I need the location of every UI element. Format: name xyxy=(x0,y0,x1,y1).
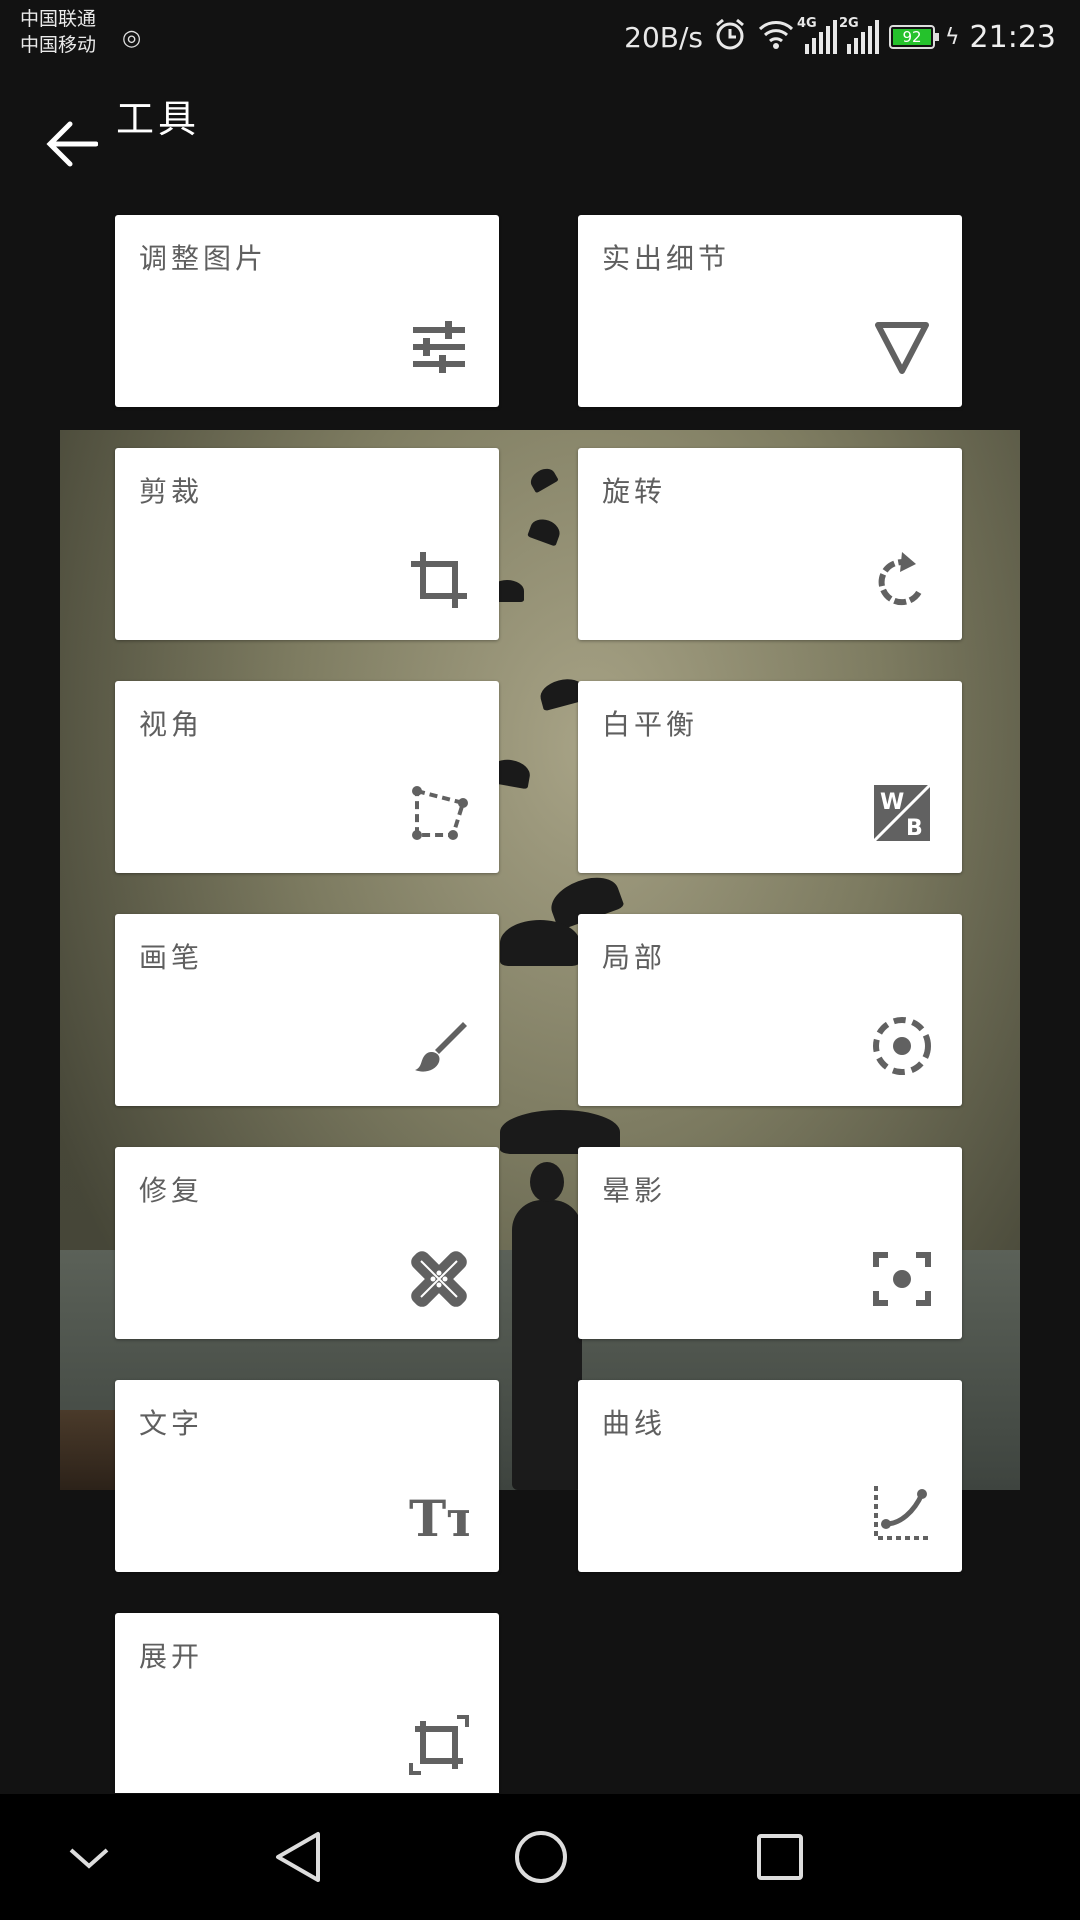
tool-text[interactable]: 文字 Tт xyxy=(115,1380,499,1572)
page-title: 工具 xyxy=(116,97,201,141)
tool-crop[interactable]: 剪裁 xyxy=(115,448,499,640)
arrow-back-icon xyxy=(46,121,98,167)
nav-hide-button[interactable] xyxy=(56,1824,122,1890)
tool-selective[interactable]: 局部 xyxy=(578,914,962,1106)
carrier-1: 中国联通 xyxy=(20,8,97,30)
vignette-icon xyxy=(872,1249,932,1309)
selective-icon xyxy=(872,1016,932,1076)
tool-label: 文字 xyxy=(139,1407,204,1440)
tool-brush[interactable]: 画笔 xyxy=(115,914,499,1106)
tool-label: 实出细节 xyxy=(602,242,731,275)
tool-vignette[interactable]: 晕影 xyxy=(578,1147,962,1339)
wb-bottom-letter: B xyxy=(906,816,923,841)
tool-curves[interactable]: 曲线 xyxy=(578,1380,962,1572)
nav-recents-button[interactable] xyxy=(747,1824,813,1890)
tool-label: 白平衡 xyxy=(602,708,699,741)
signal-2g-icon: 2G xyxy=(839,16,880,54)
tool-white-balance[interactable]: 白平衡 W B xyxy=(578,681,962,873)
expand-icon xyxy=(409,1715,469,1775)
text-icon: Tт xyxy=(409,1482,477,1548)
tool-adjust-image[interactable]: 调整图片 xyxy=(115,215,499,407)
crop-icon xyxy=(409,550,469,610)
tool-label: 画笔 xyxy=(139,941,204,974)
nav-back-button[interactable] xyxy=(266,1824,332,1890)
wb-icon: W B xyxy=(872,783,932,843)
square-recents-icon xyxy=(757,1834,803,1880)
tool-healing[interactable]: 修复 xyxy=(115,1147,499,1339)
battery-level: 92 xyxy=(893,29,932,45)
status-indicators: 20B/s 4G 2G 92 ϟ 21:23 xyxy=(624,12,1056,62)
back-button[interactable] xyxy=(40,112,104,176)
tool-label: 视角 xyxy=(139,708,204,741)
tool-label: 晕影 xyxy=(602,1174,667,1207)
status-bar: 中国联通 中国移动 ◎ 20B/s 4G 2G 92 ϟ 21:23 xyxy=(0,0,1080,80)
carrier-2: 中国移动 xyxy=(20,34,97,56)
tool-details[interactable]: 实出细节 xyxy=(578,215,962,407)
weibo-notification-icon: ◎ xyxy=(122,26,142,51)
tool-label: 曲线 xyxy=(602,1407,667,1440)
tool-label: 调整图片 xyxy=(139,242,268,275)
chevron-down-icon xyxy=(69,1848,109,1869)
tool-label: 局部 xyxy=(602,941,667,974)
brush-icon xyxy=(409,1016,469,1076)
charging-icon: ϟ xyxy=(945,24,960,50)
navigation-bar xyxy=(0,1794,1080,1920)
tool-perspective[interactable]: 视角 xyxy=(115,681,499,873)
tune-icon xyxy=(409,317,469,377)
tool-rotate[interactable]: 旋转 xyxy=(578,448,962,640)
wb-top-letter: W xyxy=(880,790,904,815)
nav-home-button[interactable] xyxy=(508,1824,574,1890)
tool-label: 旋转 xyxy=(602,475,667,508)
net-speed: 20B/s xyxy=(624,20,704,54)
rotate-icon xyxy=(872,550,932,610)
tool-expand[interactable]: 展开 xyxy=(115,1613,499,1793)
battery-icon: 92 xyxy=(889,25,940,49)
healing-icon xyxy=(409,1249,469,1309)
perspective-icon xyxy=(409,783,469,843)
triangle-back-icon xyxy=(276,1832,320,1882)
clock: 21:23 xyxy=(969,19,1056,55)
circle-home-icon xyxy=(515,1831,567,1883)
tool-label: 展开 xyxy=(139,1640,204,1673)
carrier-info: 中国联通 中国移动 xyxy=(20,6,96,58)
alarm-icon xyxy=(713,17,747,58)
tool-label: 修复 xyxy=(139,1174,204,1207)
text-icon-letters: Tт xyxy=(409,1489,469,1542)
wifi-icon xyxy=(757,18,795,57)
tool-label: 剪裁 xyxy=(139,475,204,508)
triangle-down-icon xyxy=(872,317,932,377)
signal-4g-icon: 4G xyxy=(797,16,838,54)
curves-icon xyxy=(872,1482,932,1542)
